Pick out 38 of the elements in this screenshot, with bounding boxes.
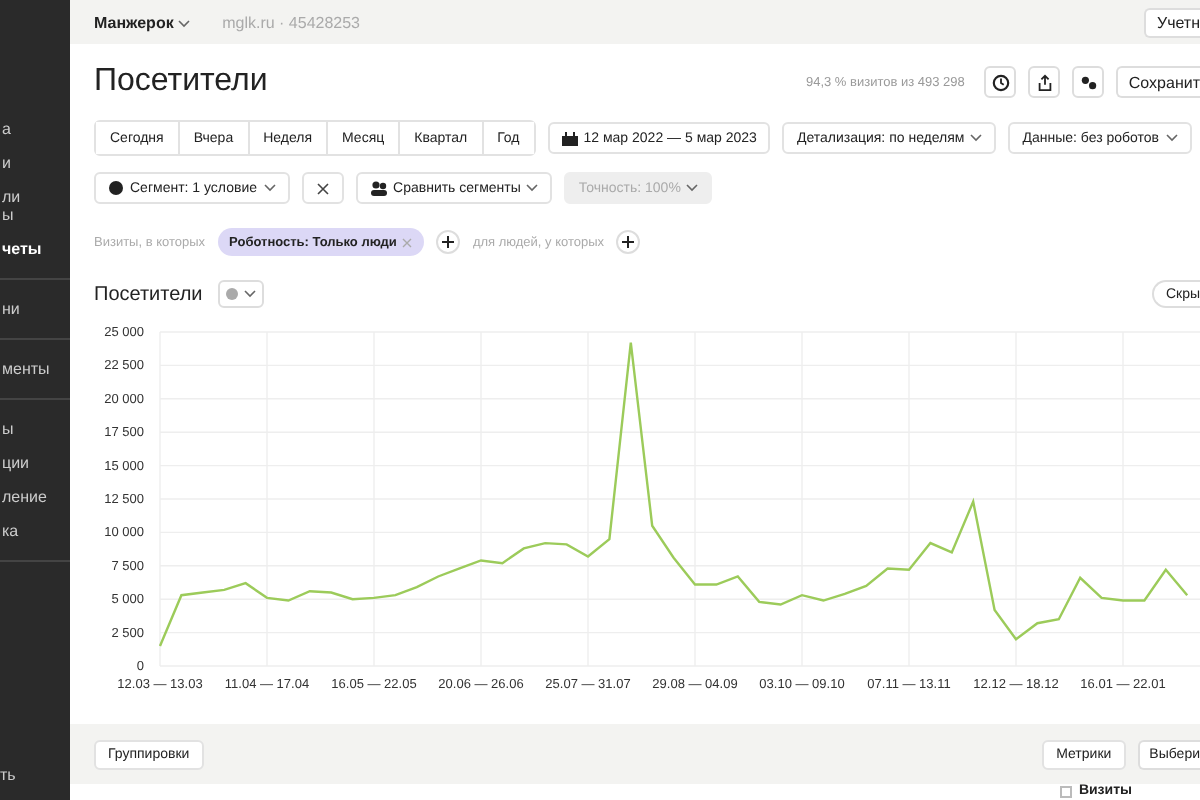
counter-selector[interactable]: Манжерок — [94, 13, 191, 31]
chevron-down-icon — [244, 290, 257, 298]
sidebar-item[interactable]: ы — [0, 420, 70, 438]
chevron-down-icon — [686, 184, 699, 192]
plus-icon — [622, 236, 635, 248]
plus-icon — [442, 236, 455, 248]
sidebar-item[interactable]: менты — [0, 360, 70, 378]
close-icon — [315, 181, 330, 195]
sidebar-item[interactable]: ление — [0, 488, 70, 506]
share-icon[interactable] — [1028, 66, 1061, 98]
clock-icon[interactable] — [984, 66, 1017, 98]
sidebar-item[interactable]: четы — [0, 240, 70, 258]
sidebar-item[interactable]: ть — [0, 766, 70, 784]
sidebar-item[interactable]: ли ы — [0, 188, 70, 224]
dots-icon[interactable] — [1072, 66, 1105, 98]
chevron-down-icon — [178, 19, 191, 27]
chevron-down-icon — [526, 184, 539, 192]
circle-icon — [226, 288, 239, 300]
sidebar-item[interactable]: и — [0, 154, 70, 172]
site-id: mglk.ru · 45428253 — [222, 13, 361, 31]
account-button[interactable]: Учетн — [1144, 7, 1200, 37]
sidebar-item[interactable]: ции — [0, 454, 70, 472]
add-condition-button[interactable] — [436, 230, 461, 254]
checkbox[interactable] — [1060, 786, 1073, 798]
chart-title: Посетители — [94, 283, 203, 305]
people-icon — [369, 180, 388, 196]
clear-segment-button[interactable] — [301, 172, 344, 204]
calendar-icon — [561, 131, 578, 145]
save-button[interactable]: Сохранит — [1116, 66, 1200, 98]
pie-icon — [108, 180, 124, 196]
chevron-down-icon — [970, 134, 983, 142]
add-condition-button[interactable] — [616, 230, 641, 254]
sidebar-item[interactable]: ни — [0, 300, 70, 318]
page-title: Посетители — [94, 64, 268, 100]
sidebar-item[interactable]: ка — [0, 522, 70, 540]
chevron-down-icon — [263, 184, 276, 192]
chevron-down-icon — [1165, 134, 1178, 142]
sidebar-item[interactable]: а — [0, 120, 70, 138]
